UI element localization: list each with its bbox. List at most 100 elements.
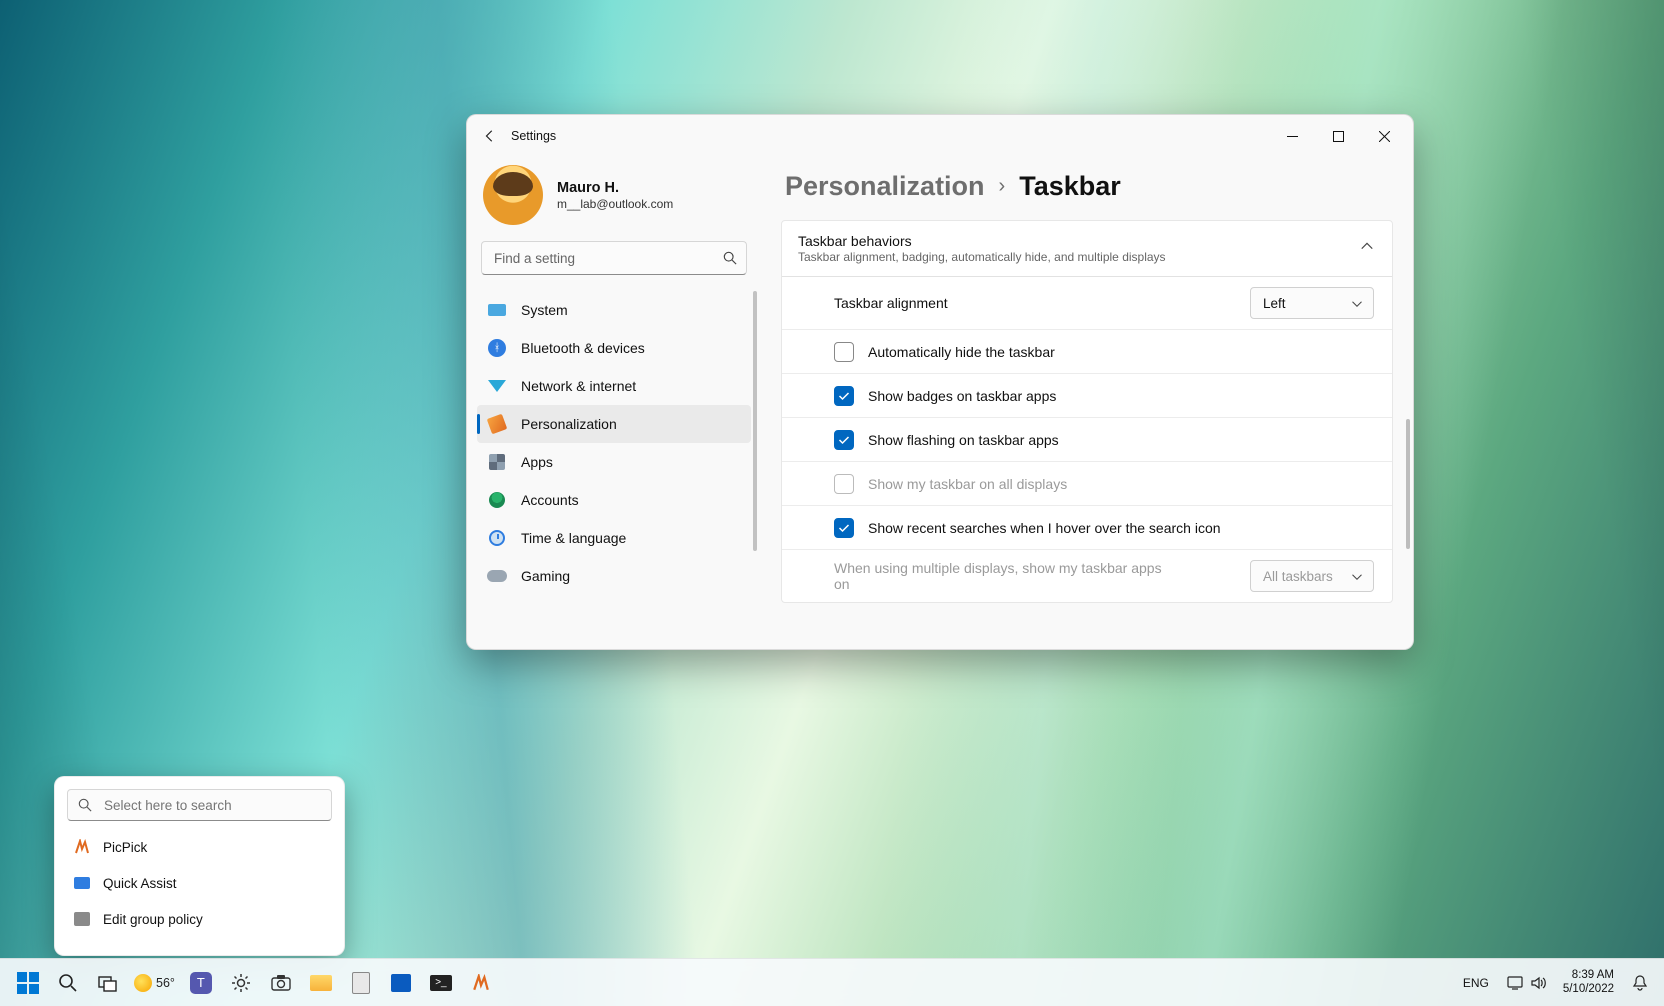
breadcrumb-parent[interactable]: Personalization — [785, 171, 985, 202]
content-scrollbar[interactable] — [1406, 419, 1410, 549]
chevron-right-icon: › — [999, 175, 1006, 198]
nav-label: Personalization — [521, 416, 617, 432]
alignment-select[interactable]: Left — [1250, 287, 1374, 319]
system-tray[interactable] — [1501, 963, 1553, 1003]
close-icon — [1379, 131, 1390, 142]
row-multi-displays: When using multiple displays, show my ta… — [782, 549, 1392, 602]
chevron-up-icon — [1360, 239, 1374, 253]
flyout-search[interactable] — [67, 789, 332, 821]
taskbar-behaviors-card: Taskbar behaviors Taskbar alignment, bad… — [781, 220, 1393, 603]
store-icon — [391, 974, 411, 992]
task-view-icon — [98, 973, 118, 993]
settings-search[interactable] — [481, 241, 747, 275]
minimize-icon — [1287, 131, 1298, 142]
taskbar-search-button[interactable] — [48, 963, 88, 1003]
language-indicator[interactable]: ENG — [1457, 963, 1495, 1003]
taskbar-app-explorer[interactable] — [301, 963, 341, 1003]
taskbar-app-settings[interactable] — [221, 963, 261, 1003]
card-header[interactable]: Taskbar behaviors Taskbar alignment, bad… — [782, 221, 1392, 276]
row-alignment: Taskbar alignment Left — [782, 276, 1392, 329]
bluetooth-icon: ᚼ — [488, 339, 506, 357]
clock-date: 5/10/2022 — [1563, 983, 1614, 996]
card-subtitle: Taskbar alignment, badging, automaticall… — [798, 250, 1336, 264]
taskbar-app-store[interactable] — [381, 963, 421, 1003]
calculator-icon — [352, 972, 370, 994]
search-icon — [78, 798, 92, 812]
alignment-value: Left — [1263, 296, 1286, 311]
badges-label: Show badges on taskbar apps — [868, 388, 1056, 404]
group-policy-icon — [73, 910, 91, 928]
wifi-icon — [488, 380, 506, 392]
windows-logo-icon — [17, 972, 39, 994]
camera-icon — [271, 975, 291, 991]
taskbar-weather[interactable]: 56° — [128, 963, 181, 1003]
taskbar-app-calculator[interactable] — [341, 963, 381, 1003]
picpick-icon — [73, 838, 91, 856]
teams-icon: T — [190, 972, 212, 994]
maximize-button[interactable] — [1315, 120, 1361, 152]
nav-accounts[interactable]: Accounts — [477, 481, 751, 519]
window-controls — [1269, 120, 1407, 152]
nav-label: System — [521, 302, 568, 318]
flyout-search-input[interactable] — [67, 789, 332, 821]
main-content: Personalization › Taskbar Taskbar behavi… — [761, 157, 1413, 649]
flyout-item-gpedit[interactable]: Edit group policy — [67, 901, 332, 937]
arrow-left-icon — [483, 129, 497, 143]
flyout-item-quick-assist[interactable]: Quick Assist — [67, 865, 332, 901]
taskbar: 56° T >_ ENG 8:39 AM 5/10/2022 — [0, 958, 1664, 1006]
checkbox-flashing[interactable] — [834, 430, 854, 450]
nav-time[interactable]: Time & language — [477, 519, 751, 557]
notification-icon — [1632, 975, 1648, 991]
nav-label: Apps — [521, 454, 553, 470]
close-button[interactable] — [1361, 120, 1407, 152]
minimize-button[interactable] — [1269, 120, 1315, 152]
row-flashing[interactable]: Show flashing on taskbar apps — [782, 417, 1392, 461]
clock-time: 8:39 AM — [1563, 969, 1614, 982]
nav-scrollbar[interactable] — [753, 291, 757, 551]
flyout-item-picpick[interactable]: PicPick — [67, 829, 332, 865]
multi-value: All taskbars — [1263, 569, 1333, 584]
nav-gaming[interactable]: Gaming — [477, 557, 751, 595]
taskbar-app-terminal[interactable]: >_ — [421, 963, 461, 1003]
nav-apps[interactable]: Apps — [477, 443, 751, 481]
nav: System ᚼBluetooth & devices Network & in… — [477, 291, 751, 639]
recent-search-label: Show recent searches when I hover over t… — [868, 520, 1221, 536]
check-icon — [838, 522, 850, 534]
nav-label: Gaming — [521, 568, 570, 584]
start-button[interactable] — [8, 963, 48, 1003]
nav-label: Time & language — [521, 530, 626, 546]
avatar — [483, 165, 543, 225]
user-email: m__lab@outlook.com — [557, 197, 673, 211]
nav-network[interactable]: Network & internet — [477, 367, 751, 405]
row-recent-search[interactable]: Show recent searches when I hover over t… — [782, 505, 1392, 549]
chevron-down-icon — [1351, 571, 1363, 583]
row-auto-hide[interactable]: Automatically hide the taskbar — [782, 329, 1392, 373]
alignment-label: Taskbar alignment — [834, 295, 948, 311]
checkbox-badges[interactable] — [834, 386, 854, 406]
maximize-icon — [1333, 131, 1344, 142]
profile-block[interactable]: Mauro H. m__lab@outlook.com — [477, 157, 751, 241]
nav-bluetooth[interactable]: ᚼBluetooth & devices — [477, 329, 751, 367]
search-flyout: PicPick Quick Assist Edit group policy — [54, 776, 345, 956]
picpick-icon — [472, 974, 490, 992]
notification-button[interactable] — [1624, 963, 1656, 1003]
sidebar: Mauro H. m__lab@outlook.com System ᚼBlue… — [467, 157, 761, 649]
taskbar-clock[interactable]: 8:39 AM 5/10/2022 — [1559, 963, 1618, 1003]
flashing-label: Show flashing on taskbar apps — [868, 432, 1059, 448]
nav-personalization[interactable]: Personalization — [477, 405, 751, 443]
row-badges[interactable]: Show badges on taskbar apps — [782, 373, 1392, 417]
settings-search-input[interactable] — [481, 241, 747, 275]
flyout-item-label: PicPick — [103, 840, 147, 855]
task-view-button[interactable] — [88, 963, 128, 1003]
gamepad-icon — [487, 570, 507, 582]
card-title: Taskbar behaviors — [798, 233, 1336, 249]
checkbox-recent-search[interactable] — [834, 518, 854, 538]
terminal-icon: >_ — [430, 975, 452, 991]
taskbar-app-teams[interactable]: T — [181, 963, 221, 1003]
checkbox-auto-hide[interactable] — [834, 342, 854, 362]
back-button[interactable] — [473, 119, 507, 153]
nav-system[interactable]: System — [477, 291, 751, 329]
taskbar-app-camera[interactable] — [261, 963, 301, 1003]
quick-assist-icon — [73, 874, 91, 892]
taskbar-app-picpick[interactable] — [461, 963, 501, 1003]
